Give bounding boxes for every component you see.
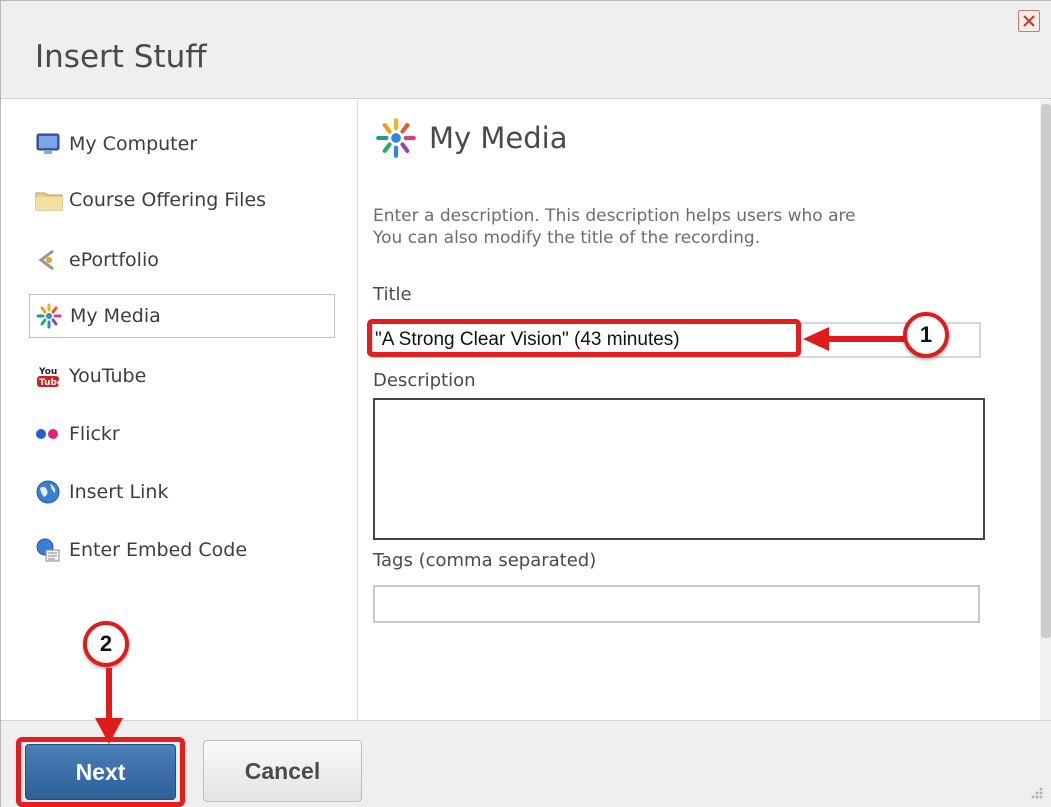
step-2-badge: 2 bbox=[83, 621, 129, 667]
insert-stuff-dialog: Insert Stuff My Computer Course Offering… bbox=[0, 0, 1051, 807]
folder-icon bbox=[29, 185, 69, 215]
title-highlight bbox=[367, 319, 801, 357]
cancel-button[interactable]: Cancel bbox=[203, 740, 362, 802]
sidebar-item-label: My Computer bbox=[69, 133, 198, 155]
step-2-arrow bbox=[95, 668, 123, 744]
description-label: Description bbox=[373, 370, 476, 391]
flickr-icon bbox=[29, 419, 69, 449]
sidebar-item-label: Insert Link bbox=[69, 481, 169, 503]
sidebar-item-label: Flickr bbox=[69, 423, 120, 445]
sidebar-item-label: My Media bbox=[70, 305, 161, 327]
embed-code-icon bbox=[29, 535, 69, 565]
instructions-line: You can also modify the title of the rec… bbox=[373, 228, 761, 248]
resize-grip-icon[interactable] bbox=[1029, 785, 1045, 801]
tags-input[interactable] bbox=[373, 585, 980, 623]
next-button[interactable]: Next bbox=[25, 744, 176, 800]
globe-icon bbox=[29, 477, 69, 507]
close-button[interactable] bbox=[1018, 10, 1040, 32]
sidebar-item-my-media[interactable]: My Media bbox=[29, 294, 335, 338]
eportfolio-icon bbox=[29, 245, 69, 275]
dialog-header: Insert Stuff bbox=[1, 1, 1051, 99]
sidebar-item-enter-embed-code[interactable]: Enter Embed Code bbox=[29, 528, 335, 572]
sidebar-item-label: ePortfolio bbox=[69, 249, 159, 271]
my-media-pane: My Media Enter a description. This descr… bbox=[359, 100, 1039, 720]
instructions-text: Enter a description. This description he… bbox=[373, 205, 1033, 249]
pane-scrollbar[interactable] bbox=[1040, 100, 1051, 720]
sidebar-item-eportfolio[interactable]: ePortfolio bbox=[29, 238, 335, 282]
close-icon bbox=[1023, 15, 1035, 27]
youtube-icon: You Tube bbox=[29, 361, 69, 391]
svg-text:You: You bbox=[38, 367, 57, 377]
sidebar-item-label: YouTube bbox=[69, 365, 147, 387]
sidebar-item-course-offering-files[interactable]: Course Offering Files bbox=[29, 178, 335, 222]
sidebar-item-label: Enter Embed Code bbox=[69, 539, 248, 561]
svg-text:Tube: Tube bbox=[39, 378, 61, 388]
my-media-icon bbox=[376, 118, 416, 158]
title-label: Title bbox=[373, 284, 412, 305]
my-media-icon bbox=[30, 301, 70, 331]
description-textarea[interactable] bbox=[373, 398, 985, 540]
sidebar-item-my-computer[interactable]: My Computer bbox=[29, 122, 335, 166]
computer-icon bbox=[29, 129, 69, 159]
step-1-arrow bbox=[803, 327, 907, 351]
dialog-title: Insert Stuff bbox=[35, 39, 207, 75]
sidebar-item-label: Course Offering Files bbox=[69, 189, 267, 211]
source-sidebar: My Computer Course Offering Files ePortf… bbox=[1, 100, 358, 720]
sidebar-item-flickr[interactable]: Flickr bbox=[29, 412, 335, 456]
sidebar-item-youtube[interactable]: You Tube YouTube bbox=[29, 354, 335, 398]
sidebar-item-insert-link[interactable]: Insert Link bbox=[29, 470, 335, 514]
pane-header: My Media bbox=[375, 118, 568, 158]
scrollbar-thumb[interactable] bbox=[1041, 104, 1051, 638]
pane-title: My Media bbox=[429, 121, 568, 155]
tags-label: Tags (comma separated) bbox=[373, 550, 597, 571]
step-1-badge: 1 bbox=[903, 312, 949, 358]
instructions-line: Enter a description. This description he… bbox=[373, 206, 856, 226]
